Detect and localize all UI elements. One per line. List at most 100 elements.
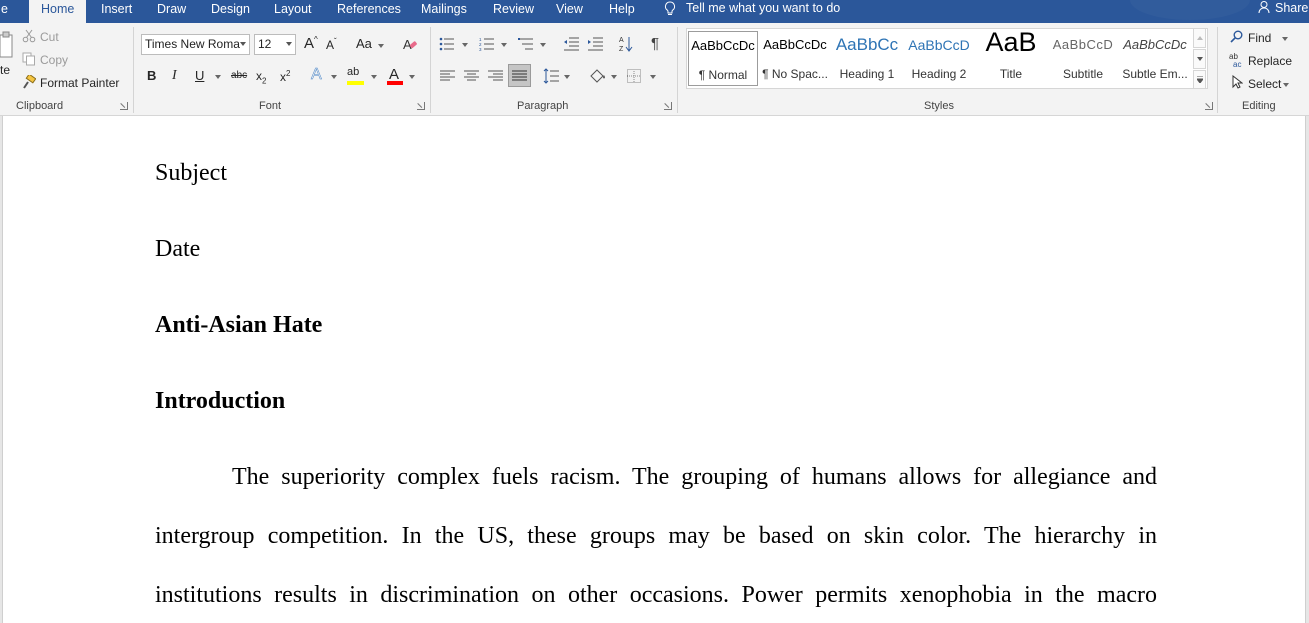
select-cursor-icon[interactable] (1232, 75, 1243, 89)
paragraph-group-label: Paragraph (517, 100, 569, 112)
share-button[interactable]: Share (1258, 0, 1308, 16)
increase-indent-icon[interactable] (587, 37, 603, 51)
tab-insert[interactable]: Insert (101, 0, 132, 23)
tell-me-search[interactable]: Tell me what you want to do (664, 0, 840, 23)
clear-formatting-icon[interactable]: A (402, 36, 418, 52)
style-name: ¶ Normal (698, 68, 748, 82)
font-name-combo[interactable]: Times New Roma (141, 34, 250, 55)
gallery-scroll-down[interactable] (1193, 49, 1206, 69)
tab-review[interactable]: Review (493, 0, 534, 23)
format-painter-icon[interactable] (22, 75, 36, 89)
align-center-icon[interactable] (464, 70, 479, 82)
paragraph-line: The superiority complex fuels racism. Th… (232, 464, 1157, 490)
cut-button[interactable]: Cut (40, 30, 59, 44)
font-launcher-icon[interactable] (417, 102, 425, 110)
decrease-indent-icon[interactable] (563, 37, 579, 51)
style-no-spacing[interactable]: AaBbCcDc ¶ No Spac... (760, 31, 830, 86)
style-subtle-emphasis[interactable]: AaBbCcDc Subtle Em... (1120, 31, 1190, 86)
person-icon (1258, 1, 1270, 14)
italic-icon[interactable]: I (172, 68, 177, 84)
multilevel-list-icon[interactable] (518, 37, 534, 51)
font-color-bar (387, 81, 403, 85)
more-icon (1197, 76, 1203, 83)
font-size-value: 12 (258, 37, 272, 51)
style-heading-1[interactable]: AaBbCc Heading 1 (832, 31, 902, 86)
group-separator (430, 27, 431, 113)
text-effects-dropdown-icon[interactable] (331, 75, 337, 79)
scissors-icon[interactable] (22, 29, 36, 43)
find-button[interactable]: Find (1248, 31, 1271, 45)
change-case-dropdown-icon[interactable] (378, 44, 384, 48)
highlight-icon[interactable]: ab (347, 66, 359, 78)
style-heading-2[interactable]: AaBbCcD Heading 2 (904, 31, 974, 86)
shading-icon[interactable] (588, 68, 606, 84)
document-page[interactable]: Subject Date Anti-Asian Hate Introductio… (2, 116, 1306, 623)
style-sample: AaBbCcD (908, 37, 970, 53)
sort-icon[interactable]: AZ (619, 35, 633, 53)
select-button[interactable]: Select (1248, 77, 1281, 91)
gallery-scroll-up[interactable] (1193, 28, 1206, 48)
superscript-icon[interactable]: x2 (280, 69, 290, 84)
tab-file[interactable]: e (1, 0, 8, 23)
borders-dropdown-icon[interactable] (650, 75, 656, 79)
tab-references[interactable]: References (337, 0, 401, 23)
bullets-dropdown-icon[interactable] (462, 43, 468, 47)
tab-help[interactable]: Help (609, 0, 635, 23)
underline-dropdown-icon[interactable] (215, 75, 221, 79)
bullets-icon[interactable] (439, 37, 455, 51)
ribbon-home: te Cut Copy Format Painter Clipboard Tim… (0, 23, 1309, 116)
group-separator (1217, 27, 1218, 113)
tab-home[interactable]: Home (29, 0, 87, 23)
style-name: Subtle Em... (1122, 67, 1188, 81)
find-icon[interactable] (1230, 30, 1243, 43)
numbering-icon[interactable]: 123 (479, 37, 495, 51)
select-dropdown-icon[interactable] (1283, 83, 1289, 87)
change-case-button[interactable]: Aa (356, 36, 372, 51)
grow-font-icon[interactable]: A^ (304, 35, 318, 52)
styles-launcher-icon[interactable] (1205, 102, 1213, 110)
section-heading: Introduction (155, 388, 286, 414)
paste-icon[interactable] (0, 31, 14, 61)
shrink-font-icon[interactable]: Aˇ (326, 37, 337, 52)
style-sample: AaBbCcDc (763, 37, 827, 52)
copy-icon[interactable] (22, 52, 36, 66)
tab-design[interactable]: Design (211, 0, 250, 23)
find-dropdown-icon[interactable] (1282, 37, 1288, 41)
font-size-combo[interactable]: 12 (254, 34, 296, 55)
line-spacing-dropdown-icon[interactable] (564, 75, 570, 79)
style-title[interactable]: AaB Title (976, 27, 1046, 86)
borders-icon[interactable] (627, 69, 641, 83)
font-color-dropdown-icon[interactable] (409, 75, 415, 79)
align-left-icon[interactable] (440, 70, 455, 82)
tab-view[interactable]: View (556, 0, 583, 23)
strikethrough-icon[interactable]: abc (231, 70, 247, 81)
tab-draw[interactable]: Draw (157, 0, 186, 23)
show-marks-icon[interactable]: ¶ (651, 35, 659, 52)
shading-dropdown-icon[interactable] (611, 75, 617, 79)
align-right-icon[interactable] (488, 70, 503, 82)
replace-button[interactable]: Replace (1248, 54, 1292, 68)
underline-icon[interactable]: U (195, 68, 204, 83)
tab-layout[interactable]: Layout (274, 0, 312, 23)
paste-label[interactable]: te (0, 63, 10, 77)
justify-button[interactable] (508, 64, 531, 87)
subscript-icon[interactable]: x2 (256, 69, 266, 85)
style-sample: AaBbCcDc (691, 38, 755, 53)
multilevel-dropdown-icon[interactable] (540, 43, 546, 47)
style-name: Subtitle (1062, 67, 1104, 81)
style-normal[interactable]: AaBbCcDc ¶ Normal (688, 31, 758, 86)
gallery-more[interactable] (1193, 70, 1206, 89)
format-painter-button[interactable]: Format Painter (40, 76, 119, 90)
paragraph-launcher-icon[interactable] (664, 102, 672, 110)
text-effects-icon[interactable]: A (311, 66, 322, 84)
bold-icon[interactable]: B (147, 68, 156, 83)
highlight-dropdown-icon[interactable] (371, 75, 377, 79)
replace-icon[interactable]: abac (1229, 52, 1245, 68)
copy-button[interactable]: Copy (40, 53, 68, 67)
numbering-dropdown-icon[interactable] (501, 43, 507, 47)
style-subtitle[interactable]: AaBbCcD Subtitle (1048, 31, 1118, 86)
group-separator (133, 27, 134, 113)
line-spacing-icon[interactable] (543, 68, 559, 84)
tab-mailings[interactable]: Mailings (421, 0, 467, 23)
clipboard-launcher-icon[interactable] (120, 102, 128, 110)
